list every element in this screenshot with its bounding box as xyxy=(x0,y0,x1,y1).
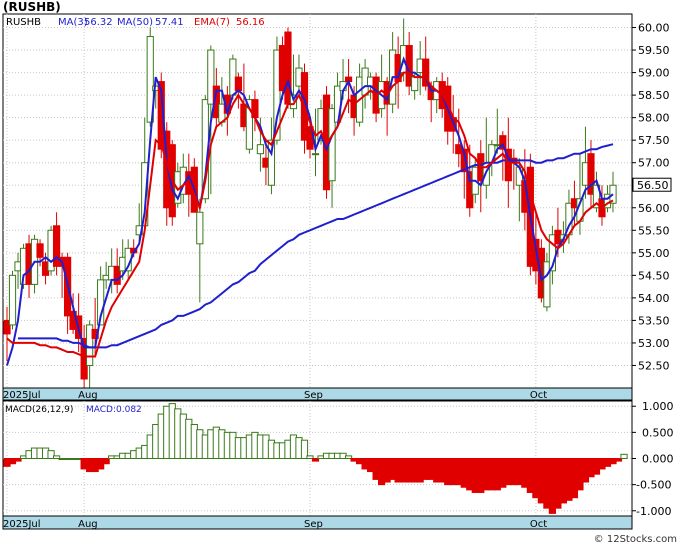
macd-y-tick-label: 1.000 xyxy=(642,400,674,413)
macd-y-tick-label: -1.000 xyxy=(636,505,671,518)
macd-x-label: Oct xyxy=(530,519,547,530)
price-y-tick-label: 54.00 xyxy=(638,292,670,305)
legend-ma3-value: 56.32 xyxy=(84,17,113,28)
legend-ticker: RUSHB xyxy=(6,17,41,28)
legend-ma50-value: 57.41 xyxy=(155,17,184,28)
price-y-tick-label: 55.00 xyxy=(638,247,670,260)
price-y-tick-label: 57.50 xyxy=(638,134,670,147)
macd-panel: 1.000 0.500 0.000 -0.500 -1.000 2025Jul Aug Se… xyxy=(2,400,674,530)
price-y-tick-label: 54.50 xyxy=(638,269,670,282)
price-y-tick-label: 57.00 xyxy=(638,157,670,170)
price-y-tick-label: 56.00 xyxy=(638,202,670,215)
price-y-tick-label: 58.50 xyxy=(638,89,670,102)
price-y-tick-label: 52.50 xyxy=(638,359,670,372)
macd-bar-positive xyxy=(620,453,628,459)
candle-body-up xyxy=(8,274,17,326)
candle-body-down xyxy=(36,243,44,258)
legend-ema7-label: EMA(7) xyxy=(194,17,230,28)
stock-chart: 52.50 53.00 53.50 54.00 54.50 55.00 55.50 56.00… xyxy=(0,0,680,546)
legend-ma50-label: MA(50) xyxy=(117,17,153,28)
price-x-label: Sep xyxy=(304,390,323,401)
candle xyxy=(8,270,17,330)
candle-body-up xyxy=(196,211,204,245)
legend-ema7-value: 56.16 xyxy=(236,17,265,28)
price-y-tick-label: 58.00 xyxy=(638,112,670,125)
macd-legend-value-label: MACD: xyxy=(86,405,116,415)
price-x-label: 2025Jul xyxy=(3,390,41,401)
last-price-value: 56.50 xyxy=(637,179,669,192)
candle-body-up xyxy=(311,153,320,156)
candle-body-up xyxy=(256,144,265,155)
price-y-tick-label: 59.00 xyxy=(638,67,670,80)
price-y-tick-label: 60.00 xyxy=(638,22,670,35)
watermark: © 12Stocks.com xyxy=(594,534,677,545)
macd-x-label: Sep xyxy=(304,519,323,530)
candle-body-up xyxy=(411,76,419,92)
price-x-label: Oct xyxy=(530,390,547,401)
price-y-tick-label: 59.50 xyxy=(638,44,670,57)
candle-body-down xyxy=(284,31,292,105)
price-x-label: Aug xyxy=(78,390,98,401)
price-panel: 52.50 53.00 53.50 54.00 54.50 55.00 55.50 56.00… xyxy=(2,13,670,401)
macd-x-label: 2025Jul xyxy=(3,519,41,530)
macd-y-tick-label: 0.000 xyxy=(642,453,674,466)
macd-y-tick-label: -0.500 xyxy=(636,479,671,492)
macd-bar-negative xyxy=(102,458,110,465)
candle-body-down xyxy=(234,76,242,92)
macd-legend-value: 0.082 xyxy=(116,405,142,415)
price-y-tick-label: 53.00 xyxy=(638,337,670,350)
price-y-tick-label: 55.50 xyxy=(638,224,670,237)
macd-legend-label: MACD(26,12,9) xyxy=(5,405,73,415)
price-y-tick-label: 53.50 xyxy=(638,314,670,327)
chart-title: (RUSHB) xyxy=(3,0,61,14)
macd-y-tick-label: 0.500 xyxy=(642,426,674,439)
macd-x-label: Aug xyxy=(78,519,98,530)
last-price-tag: 56.50 xyxy=(632,177,672,192)
